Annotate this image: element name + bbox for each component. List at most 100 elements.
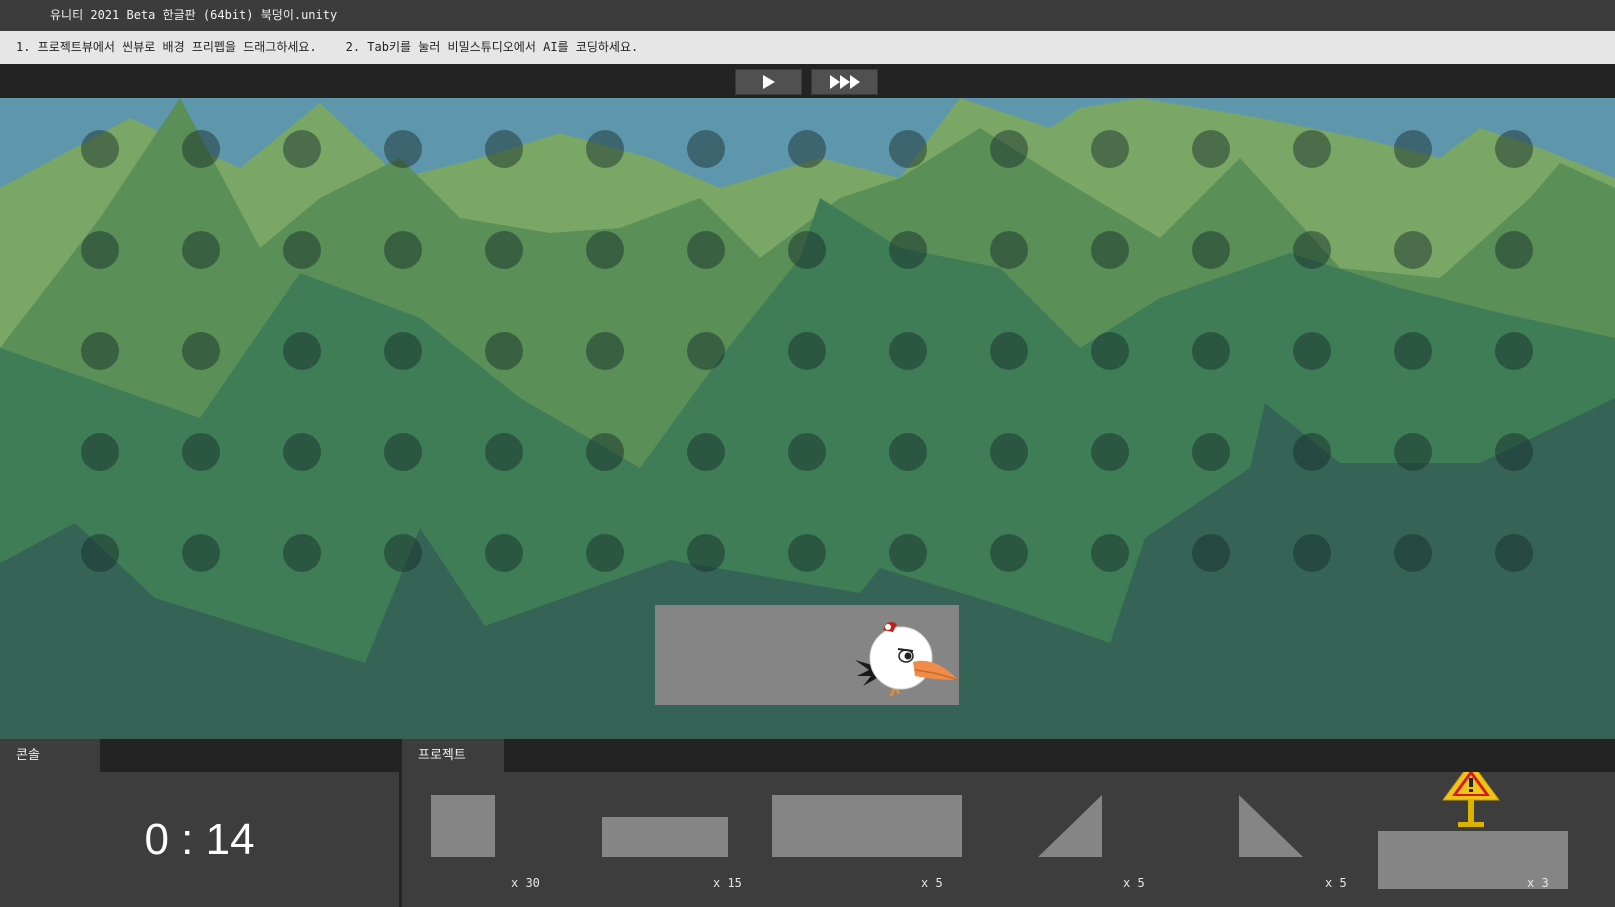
grid-dot xyxy=(687,332,725,370)
asset-count-square-block: x 30 xyxy=(511,876,540,890)
asset-square-block[interactable] xyxy=(431,795,495,857)
grid-dot xyxy=(485,231,523,269)
grid-dot xyxy=(485,433,523,471)
grid-dot xyxy=(889,433,927,471)
grid-dot xyxy=(384,231,422,269)
grid-dot xyxy=(283,130,321,168)
grid-dot xyxy=(1091,433,1129,471)
grid-dot xyxy=(283,433,321,471)
grid-dot xyxy=(81,332,119,370)
grid-dot xyxy=(182,433,220,471)
play-button[interactable] xyxy=(735,69,802,95)
grid-dot xyxy=(384,433,422,471)
asset-count-warning-sign-platform: x 3 xyxy=(1527,876,1549,890)
grid-dot xyxy=(586,433,624,471)
grid-dot xyxy=(384,130,422,168)
asset-count-ramp-right: x 5 xyxy=(1325,876,1347,890)
grid-dot xyxy=(889,534,927,572)
tab-console[interactable]: 콘솔 xyxy=(0,739,100,772)
toolbar xyxy=(0,64,1615,98)
grid-dot xyxy=(586,231,624,269)
grid-dot xyxy=(1495,534,1533,572)
tab-project[interactable]: 프로젝트 xyxy=(402,739,504,772)
bottom-panel: 콘솔 프로젝트 0 : 14 x 30 x 15 x 5 x 5 x 5 x 3 xyxy=(0,739,1615,907)
grid-dot xyxy=(182,130,220,168)
fast-forward-button[interactable] xyxy=(811,69,878,95)
grid-dot xyxy=(283,534,321,572)
grid-dot xyxy=(990,332,1028,370)
asset-small-plank[interactable] xyxy=(602,817,728,857)
grid-dot xyxy=(1091,534,1129,572)
grid-dot xyxy=(1192,433,1230,471)
asset-large-plank[interactable] xyxy=(772,795,962,857)
grid-dot xyxy=(283,332,321,370)
grid-dot xyxy=(81,433,119,471)
grid-dot xyxy=(788,231,826,269)
grid-dot xyxy=(1293,332,1331,370)
grid-dot xyxy=(1192,231,1230,269)
asset-ramp-right[interactable] xyxy=(1239,795,1303,857)
grid-dot xyxy=(1192,534,1230,572)
grid-dot xyxy=(1394,231,1432,269)
warning-sign-icon xyxy=(1442,772,1500,827)
grid-dot xyxy=(1394,130,1432,168)
grid-dot xyxy=(384,534,422,572)
tab-project-label: 프로젝트 xyxy=(418,748,466,763)
grid-dot xyxy=(283,231,321,269)
grid-dot xyxy=(485,534,523,572)
instruction-step-2: 2. Tab키를 눌러 비밀스튜디오에서 AI를 코딩하세요. xyxy=(345,40,639,54)
grid-dot xyxy=(1394,534,1432,572)
asset-count-large-plank: x 5 xyxy=(921,876,943,890)
instruction-bar: 1. 프로젝트뷰에서 씬뷰로 배경 프리펩을 드래그하세요. 2. Tab키를 … xyxy=(0,31,1615,64)
grid-dot xyxy=(889,231,927,269)
grid-dot xyxy=(384,332,422,370)
woodpecker-bird[interactable] xyxy=(855,618,960,703)
grid-dot xyxy=(1192,130,1230,168)
project-tabstrip: 프로젝트 xyxy=(402,739,1615,772)
grid-dot xyxy=(586,332,624,370)
timer-display: 0 : 14 xyxy=(144,814,255,864)
grid-dot xyxy=(1192,332,1230,370)
grid-dot xyxy=(788,534,826,572)
grid-dot xyxy=(1293,231,1331,269)
grid-dot xyxy=(990,433,1028,471)
grid-dot xyxy=(1293,433,1331,471)
grid-dot xyxy=(182,231,220,269)
grid-dot xyxy=(788,433,826,471)
asset-count-ramp-left: x 5 xyxy=(1123,876,1145,890)
grid-dot xyxy=(990,534,1028,572)
grid-dot xyxy=(1091,231,1129,269)
grid-dot xyxy=(182,534,220,572)
grid-dot xyxy=(1394,433,1432,471)
grid-dot xyxy=(182,332,220,370)
scene-view[interactable] xyxy=(0,98,1615,739)
grid-dot xyxy=(81,130,119,168)
grid-dot xyxy=(81,231,119,269)
grid-dot xyxy=(1495,231,1533,269)
fast-forward-icon xyxy=(829,75,860,89)
play-icon xyxy=(762,75,775,89)
grid-dot xyxy=(687,231,725,269)
tab-console-label: 콘솔 xyxy=(16,748,40,763)
grid-dot xyxy=(1495,332,1533,370)
grid-dot xyxy=(889,332,927,370)
grid-dot xyxy=(1293,534,1331,572)
grid-dot xyxy=(1394,332,1432,370)
asset-count-small-plank: x 15 xyxy=(713,876,742,890)
panel-divider xyxy=(399,772,402,907)
grid-dot xyxy=(1495,433,1533,471)
window-title: 유니티 2021 Beta 한글판 (64bit) 북덩이.unity xyxy=(50,8,338,22)
grid-dot xyxy=(788,130,826,168)
grid-dot xyxy=(485,332,523,370)
grid-dot xyxy=(990,231,1028,269)
grid-dot xyxy=(788,332,826,370)
grid-dot xyxy=(1293,130,1331,168)
grid-dot xyxy=(889,130,927,168)
grid-dot xyxy=(1091,130,1129,168)
grid-dot xyxy=(586,130,624,168)
grid-dot xyxy=(687,433,725,471)
grid-dot xyxy=(687,130,725,168)
console-tabstrip: 콘솔 xyxy=(0,739,402,772)
grid-dot xyxy=(990,130,1028,168)
asset-ramp-left[interactable] xyxy=(1038,795,1102,857)
